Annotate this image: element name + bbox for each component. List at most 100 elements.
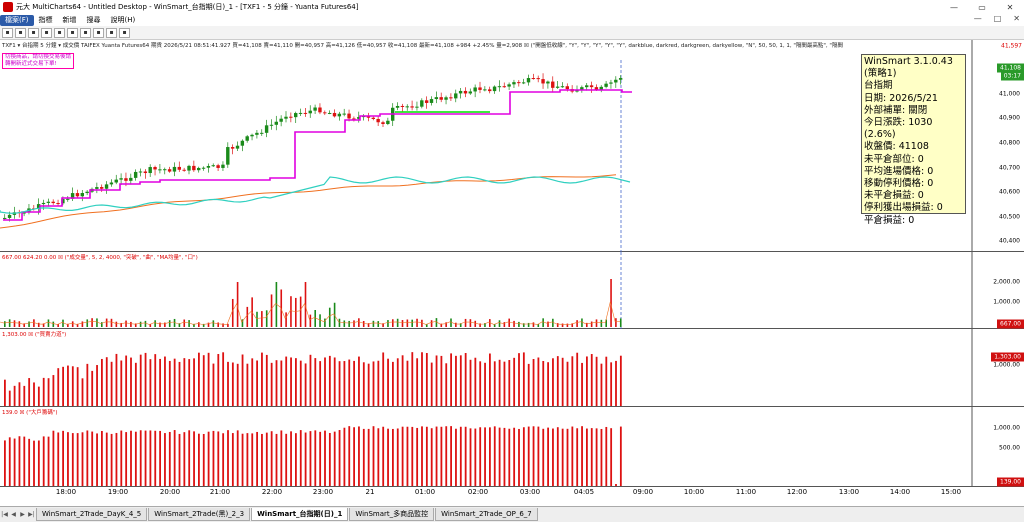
chips-bar: [222, 433, 225, 486]
candle-body: [589, 85, 594, 88]
menu-indicator[interactable]: 指標: [34, 15, 58, 26]
cursor-icon[interactable]: ▪: [15, 27, 26, 38]
force-bar: [348, 359, 351, 406]
candle-body: [337, 113, 342, 117]
chips-bar: [304, 432, 307, 486]
chips-bar: [435, 426, 438, 486]
chips-bar: [430, 428, 433, 486]
chips-bar: [498, 427, 501, 486]
force-pane[interactable]: 1,303.00 ☒ ("買賣力道") 1,303.00 1,000.00: [0, 329, 1024, 407]
menu-help[interactable]: 說明(H): [106, 15, 141, 26]
force-bar: [149, 359, 152, 406]
line-icon[interactable]: ▪: [54, 27, 65, 38]
volume-pane[interactable]: 667.00 624.20 0.00 ☒ ("成交量", 5, 2, 4000,…: [0, 252, 1024, 329]
mdi-minimize-button[interactable]: —: [974, 14, 982, 23]
chips-bar: [527, 426, 530, 486]
mdi-restore-button[interactable]: □: [994, 14, 1002, 23]
candle-body: [119, 178, 123, 180]
chips-chart[interactable]: [0, 407, 1024, 487]
strategy-icon[interactable]: ▪: [80, 27, 91, 38]
chips-bar: [324, 430, 326, 486]
chips-bar: [246, 433, 249, 486]
force-bar: [217, 354, 220, 406]
candle-body: [381, 122, 385, 125]
force-bar: [406, 360, 409, 406]
chips-bar: [348, 426, 351, 486]
chips-axis-label: 500.00: [999, 444, 1020, 452]
force-bar: [561, 357, 564, 406]
tab-txf-day[interactable]: WinSmart_台指期(日)_1: [251, 508, 349, 521]
settings-icon[interactable]: ▪: [93, 27, 104, 38]
title-bar: 元大 MultiCharts64 - Untitled Desktop - Wi…: [0, 0, 1024, 14]
tab-multi-monitor[interactable]: WinSmart_多商品監控: [349, 508, 435, 521]
chips-bar: [459, 426, 462, 486]
chips-bar: [217, 431, 220, 486]
chips-bar: [149, 430, 152, 486]
volume-chart[interactable]: [0, 252, 1024, 329]
candle-body: [400, 105, 405, 107]
chips-bar: [338, 430, 341, 486]
mdi-close-button[interactable]: ✕: [1013, 14, 1020, 23]
force-bar: [498, 359, 501, 406]
candle-body: [492, 86, 497, 92]
chips-bar: [178, 433, 181, 486]
force-bar: [503, 361, 506, 406]
chips-axis-label: 1,000.00: [993, 424, 1020, 432]
tab-first-icon[interactable]: |◀: [0, 511, 9, 518]
candle-body: [230, 147, 235, 149]
chips-bar: [231, 433, 234, 486]
force-bar: [241, 354, 244, 406]
candle-body: [323, 112, 327, 114]
tab-2trade-black[interactable]: WinSmart_2Trade(黑)_2_3: [148, 508, 251, 521]
strategy-info-line: 外部補單: 關閉: [864, 104, 928, 116]
minimize-button[interactable]: —: [940, 0, 968, 14]
tab-last-icon[interactable]: ▶|: [27, 511, 36, 518]
candle-body: [221, 164, 225, 168]
candle-body: [497, 86, 502, 88]
chips-bar: [280, 430, 283, 486]
chips-bar: [62, 430, 64, 486]
refresh-icon[interactable]: ▪: [106, 27, 117, 38]
indicator-icon[interactable]: ▪: [67, 27, 78, 38]
chips-pane[interactable]: 139.0 ☒ ("大戶籌碼") 1,000.00 500.00 139.00: [0, 407, 1024, 487]
strategy-info-box: WinSmart 3.1.0.43 (策略1) 台指期 日期: 2026/5/21 外部…: [861, 54, 966, 226]
price-axis-label: 40,400: [999, 237, 1020, 245]
chips-bar: [241, 433, 244, 486]
force-bar: [168, 360, 171, 406]
force-chart[interactable]: [0, 329, 1024, 407]
candle-body: [517, 82, 521, 84]
candle-body: [56, 203, 60, 205]
zoom-icon[interactable]: ▪: [28, 27, 39, 38]
candle-body: [177, 166, 181, 170]
draw-icon[interactable]: ▪: [41, 27, 52, 38]
candle-body: [100, 187, 104, 189]
tab-2trade-op[interactable]: WinSmart_2Trade_OP_6_7: [435, 508, 538, 521]
candle-body: [347, 113, 351, 119]
force-bar: [4, 379, 6, 406]
force-bar: [435, 355, 438, 406]
menu-search[interactable]: 搜尋: [82, 15, 106, 26]
tab-daykk[interactable]: WinSmart_2Trade_DayK_4_5: [36, 508, 148, 521]
volume-bar: [615, 318, 617, 327]
force-bar: [566, 361, 569, 406]
menu-new[interactable]: 新增: [58, 15, 82, 26]
volume-bar: [231, 298, 234, 327]
tab-prev-icon[interactable]: ◀: [9, 511, 18, 518]
volume-bar: [115, 321, 118, 327]
candle-body: [148, 167, 152, 174]
time-axis-label: 14:00: [889, 488, 911, 496]
force-bar: [571, 356, 574, 406]
chart-type-icon[interactable]: ▪: [2, 27, 13, 38]
strategy-info-line: WinSmart 3.1.0.43: [864, 56, 953, 67]
link-icon[interactable]: ▪: [119, 27, 130, 38]
close-button[interactable]: ✕: [996, 0, 1024, 14]
menu-file[interactable]: 檔案(F): [0, 14, 34, 26]
tab-next-icon[interactable]: ▶: [18, 511, 27, 518]
chips-bar: [52, 430, 55, 486]
force-bar: [33, 382, 35, 406]
force-bar: [125, 355, 128, 406]
maximize-button[interactable]: ▭: [968, 0, 996, 14]
strategy-info-line: 平倉損益: 0: [864, 214, 915, 226]
chips-bar: [134, 431, 137, 486]
candle-body: [41, 202, 46, 205]
